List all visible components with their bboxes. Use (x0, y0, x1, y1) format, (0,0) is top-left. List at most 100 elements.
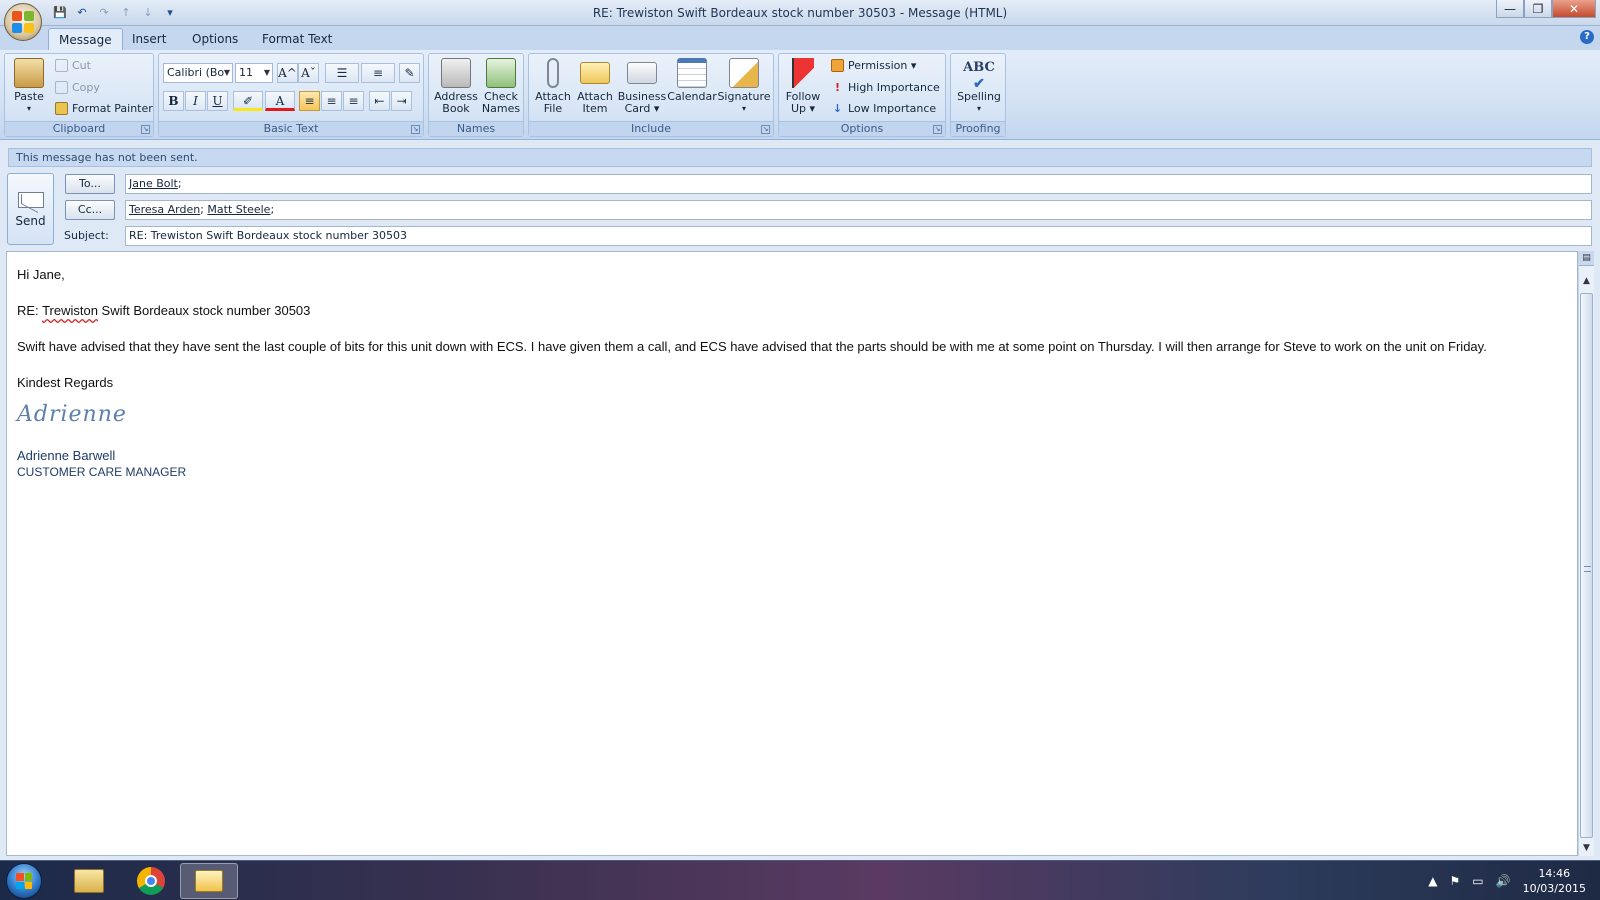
tab-message[interactable]: Message (48, 28, 123, 50)
tab-format-text[interactable]: Format Text (252, 28, 342, 50)
signature-script: Adrienne (17, 402, 127, 427)
greeting: Hi Jane, (17, 267, 65, 282)
low-importance-button[interactable]: ↓ Low Importance (831, 102, 936, 115)
taskbar-chrome[interactable] (122, 863, 180, 899)
font-name-combo[interactable]: Calibri (Bo ▼ (163, 63, 233, 83)
increase-indent-icon[interactable]: ⇥ (391, 91, 412, 111)
start-button[interactable] (6, 863, 42, 899)
ruler-toggle-icon[interactable]: ▤ (1579, 251, 1594, 266)
subject-field[interactable]: RE: Trewiston Swift Bordeaux stock numbe… (125, 226, 1592, 246)
down-arrow-icon: ↓ (832, 102, 843, 115)
grow-font-button[interactable]: A^ (277, 63, 298, 83)
align-right-icon[interactable]: ≡ (343, 91, 364, 111)
taskbar-outlook[interactable] (180, 863, 238, 899)
check-names-icon (486, 58, 516, 88)
options-group: Follow Up ▾ Permission ▾ ! High Importan… (778, 53, 946, 137)
names-group-label: Names (429, 121, 523, 136)
window-controls: — ❐ ✕ (1496, 0, 1596, 18)
address-book-icon (441, 58, 471, 88)
highlight-icon[interactable]: ✐ (233, 91, 263, 111)
proofing-group: ABC ✔ Spelling ▾ Proofing (950, 53, 1006, 137)
permission-button[interactable]: Permission ▾ (831, 59, 916, 72)
vertical-scrollbar[interactable]: ▤ ▲ ▼ (1578, 251, 1594, 856)
font-size-combo[interactable]: 11 ▼ (235, 63, 273, 83)
grip-icon (1584, 565, 1591, 572)
scroll-thumb[interactable] (1580, 293, 1593, 838)
recipient-teresa-arden[interactable]: Teresa Arden (129, 203, 200, 216)
office-button[interactable] (4, 3, 42, 41)
taskbar-explorer[interactable] (60, 863, 118, 899)
clipboard-group: Paste ▾ Cut Copy Format Painter Clipboar… (4, 53, 154, 137)
signature-pen-icon (729, 58, 759, 88)
envelope-icon (580, 62, 610, 84)
attach-item-button[interactable]: Attach Item (575, 58, 615, 115)
bold-button[interactable]: B (163, 91, 184, 111)
cc-field[interactable]: Teresa Arden; Matt Steele; (125, 200, 1592, 220)
minimize-button[interactable]: — (1496, 0, 1524, 18)
calendar-icon (677, 58, 707, 88)
message-body[interactable]: Hi Jane, RE: Trewiston Swift Bordeaux st… (6, 251, 1578, 856)
misspelled-word[interactable]: Trewiston (42, 303, 98, 318)
clear-formatting-icon[interactable]: ✎ (399, 63, 420, 83)
chevron-down-icon: ▼ (263, 68, 270, 77)
numbering-icon[interactable]: ≡ (361, 63, 395, 83)
send-button[interactable]: Send (7, 173, 54, 245)
chrome-icon (137, 867, 165, 895)
close-button[interactable]: ✕ (1552, 0, 1596, 18)
recipient-jane-bolt[interactable]: Jane Bolt (129, 177, 178, 190)
proofing-group-label: Proofing (951, 121, 1005, 136)
copy-button[interactable]: Copy (55, 81, 100, 94)
message-header: Send To... Jane Bolt; Cc... Teresa Arden… (0, 169, 1600, 247)
tab-insert[interactable]: Insert (122, 28, 176, 50)
options-group-label: Options (779, 121, 945, 136)
tab-options[interactable]: Options (182, 28, 248, 50)
business-card-button[interactable]: Business Card ▾ (617, 58, 667, 115)
high-importance-button[interactable]: ! High Importance (831, 81, 940, 94)
align-center-icon[interactable]: ≡ (321, 91, 342, 111)
subject-label: Subject: (64, 229, 109, 242)
spelling-button[interactable]: ABC ✔ Spelling ▾ (954, 58, 1004, 115)
help-icon[interactable]: ? (1580, 30, 1594, 44)
scroll-up-button[interactable]: ▲ (1579, 274, 1594, 289)
body-paragraph: Swift have advised that they have sent t… (17, 339, 1487, 354)
copy-icon (55, 81, 68, 94)
check-names-button[interactable]: Check Names (479, 58, 523, 115)
basic-text-launcher-icon[interactable]: ↘ (411, 125, 420, 134)
info-bar: This message has not been sent. (8, 148, 1592, 167)
to-button[interactable]: To... (65, 174, 115, 194)
clock-date: 10/03/2015 (1522, 882, 1586, 895)
paperclip-icon (547, 58, 559, 88)
scissors-icon (55, 59, 68, 72)
recipient-matt-steele[interactable]: Matt Steele (207, 203, 270, 216)
clipboard-launcher-icon[interactable]: ↘ (141, 125, 150, 134)
cut-button[interactable]: Cut (55, 59, 91, 72)
show-hidden-icons-icon[interactable]: ▲ (1428, 874, 1437, 888)
format-painter-button[interactable]: Format Painter (55, 102, 153, 115)
decrease-indent-icon[interactable]: ⇤ (369, 91, 390, 111)
font-color-icon[interactable]: A (265, 91, 295, 111)
follow-up-button[interactable]: Follow Up ▾ (783, 58, 823, 115)
options-launcher-icon[interactable]: ↘ (933, 125, 942, 134)
basic-text-group: Calibri (Bo ▼ 11 ▼ A^ Aˇ ☰ ≡ ✎ B I U ✐ A… (158, 53, 424, 137)
attach-file-button[interactable]: Attach File (533, 58, 573, 115)
signature-button[interactable]: Signature ▾ (717, 58, 771, 115)
to-field[interactable]: Jane Bolt; (125, 174, 1592, 194)
action-center-flag-icon[interactable]: ⚑ (1450, 874, 1461, 888)
folder-icon (74, 869, 104, 893)
calendar-button[interactable]: Calendar (667, 58, 717, 103)
underline-button[interactable]: U (207, 91, 228, 111)
restore-button[interactable]: ❐ (1524, 0, 1552, 18)
cc-button[interactable]: Cc... (65, 200, 115, 220)
clock[interactable]: 14:46 10/03/2015 (1523, 866, 1586, 896)
scroll-down-button[interactable]: ▼ (1579, 841, 1594, 856)
include-launcher-icon[interactable]: ↘ (761, 125, 770, 134)
align-left-icon[interactable]: ≡ (299, 91, 320, 111)
italic-button[interactable]: I (185, 91, 206, 111)
include-group: Attach File Attach Item Business Card ▾ … (528, 53, 774, 137)
bullets-icon[interactable]: ☰ (325, 63, 359, 83)
address-book-button[interactable]: Address Book (433, 58, 479, 115)
shrink-font-button[interactable]: Aˇ (298, 63, 319, 83)
paste-button[interactable]: Paste ▾ (11, 58, 47, 115)
network-icon[interactable]: ▭ (1472, 874, 1483, 888)
volume-icon[interactable]: 🔊 (1496, 874, 1511, 888)
